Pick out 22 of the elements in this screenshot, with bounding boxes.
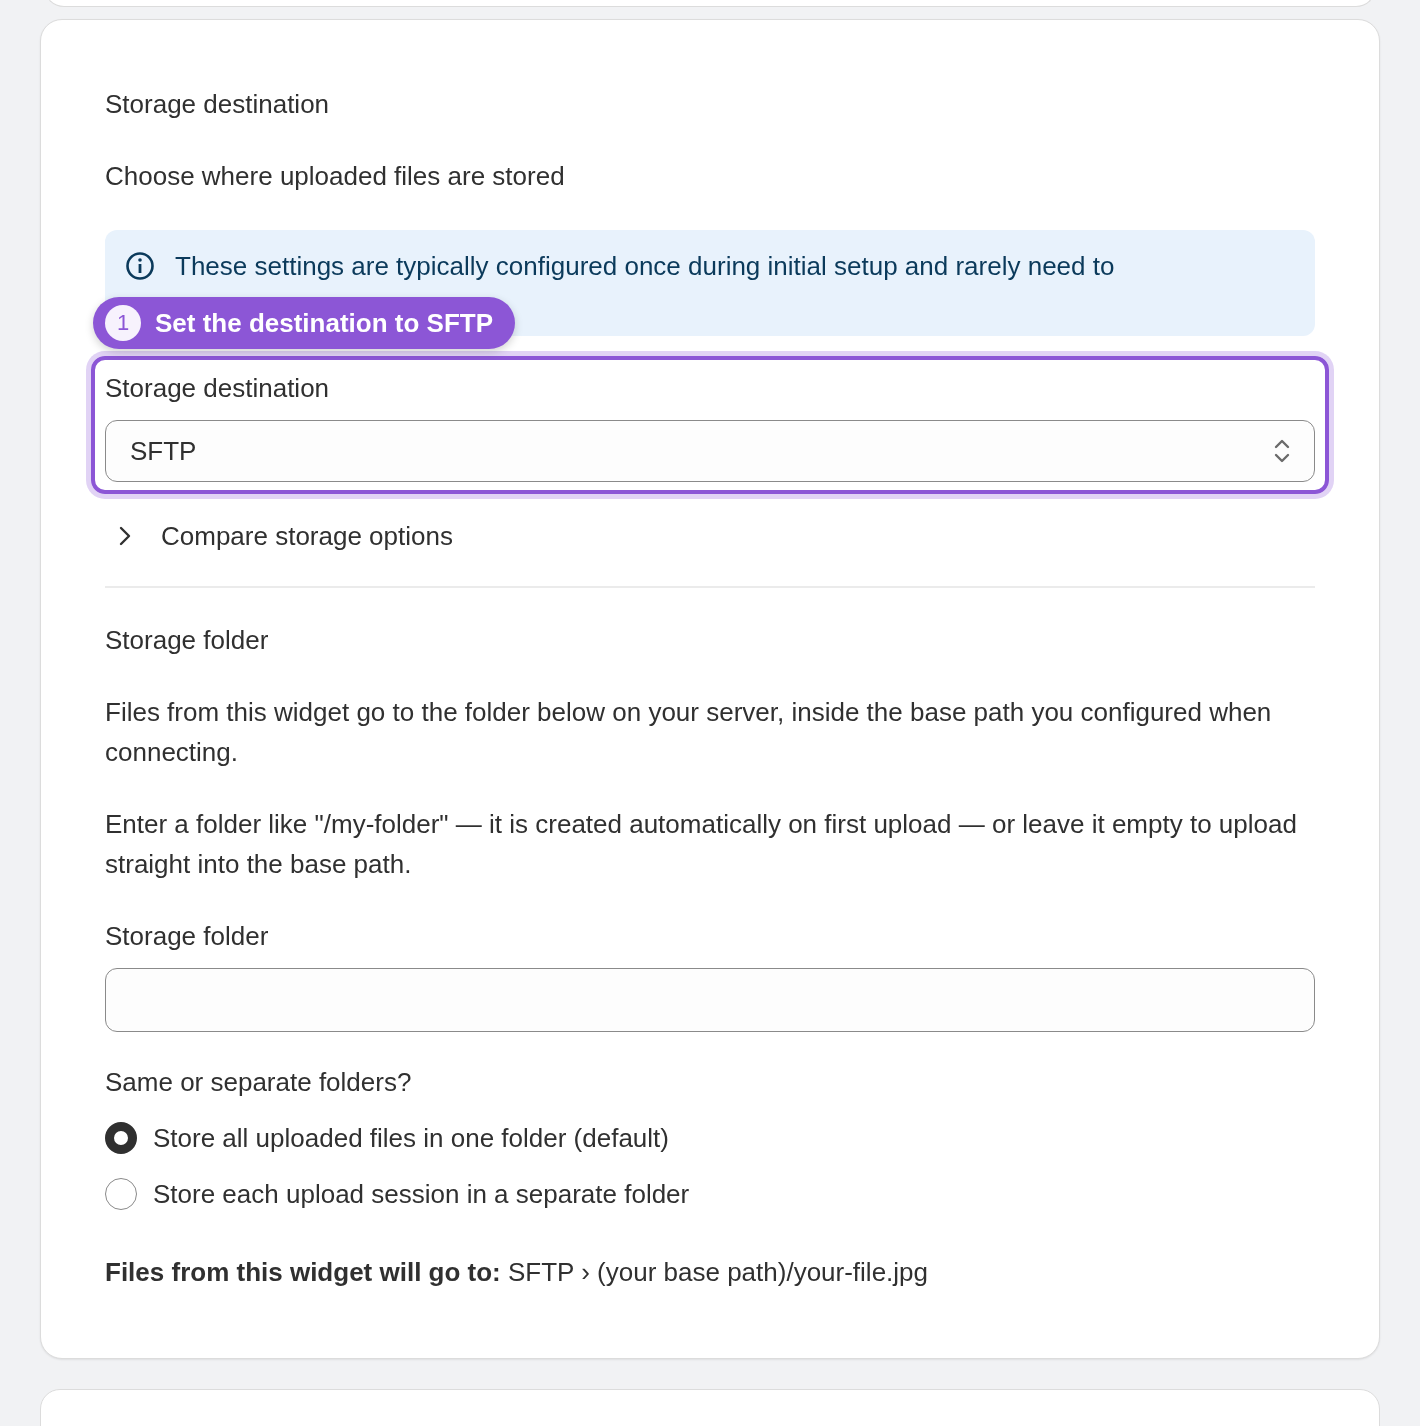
section-title: Storage folder xyxy=(105,624,270,657)
help-paragraph: Files from this widget go to the folder below on your server, inside the base path you configured when connecting. xyxy=(105,696,1273,769)
chevron-icon xyxy=(119,526,131,546)
option-label: Store each upload session in a separate folder xyxy=(153,1178,690,1211)
destination-summary: Files from this widget will go to: SFTP › (your base path)/your-file.jpg xyxy=(105,1256,930,1289)
option-label: Store all uploaded files in one folder (default) xyxy=(153,1122,669,1155)
help-paragraph: Enter a folder like "/my-folder" — it is created automatically on first upload — or leave it empty to upload straight into the base path. xyxy=(105,808,1298,881)
section-description: Choose where uploaded files are stored xyxy=(105,160,566,193)
section-title: Storage destination xyxy=(105,88,331,121)
folder-input[interactable] xyxy=(105,968,1315,1032)
radio-button[interactable] xyxy=(105,1178,137,1210)
destination-select[interactable]: SFTP xyxy=(105,420,1315,482)
field-label: Storage folder xyxy=(105,920,270,953)
field-label: Storage destination xyxy=(105,372,331,405)
radio-button[interactable] xyxy=(105,1122,137,1154)
step-number: 1 xyxy=(105,305,141,341)
callout-text: Set the destination to SFTP xyxy=(155,307,493,339)
info-text: These settings are typically configured once during initial setup and rarely need to xyxy=(175,250,1115,283)
radio-group-label: Same or separate folders? xyxy=(105,1066,413,1099)
compare-disclosure[interactable]: Compare storage options xyxy=(105,516,453,556)
updown-icon xyxy=(1274,438,1290,464)
info-icon xyxy=(125,251,155,281)
